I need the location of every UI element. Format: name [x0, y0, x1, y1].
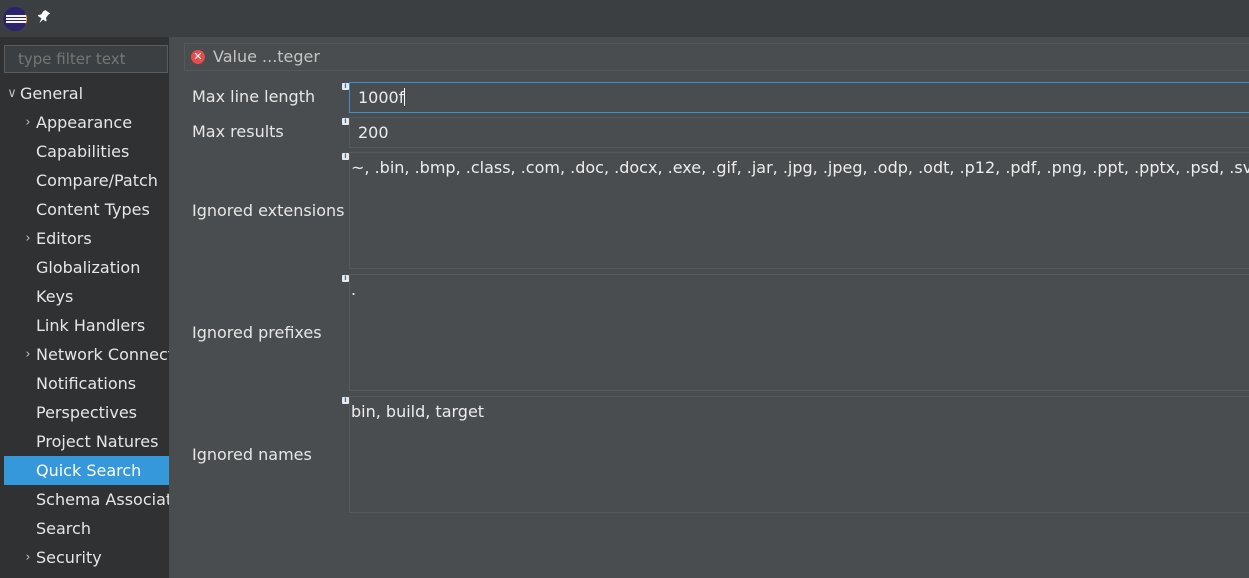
- tree-item-label: Quick Search: [36, 461, 142, 480]
- max-line-length-input[interactable]: 1000f: [349, 82, 1249, 113]
- max-results-input[interactable]: 200: [349, 117, 1249, 148]
- tree-item-content-types[interactable]: Content Types: [4, 195, 169, 224]
- error-message: Value ...teger: [213, 47, 320, 66]
- pin-icon[interactable]: [36, 9, 52, 27]
- tree-item-label: Perspectives: [36, 403, 137, 422]
- tree-item-label: Link Handlers: [36, 316, 146, 335]
- tree-item-label: Appearance: [36, 113, 133, 132]
- tree-item-label: Schema Associati: [36, 490, 169, 509]
- tree-item-label: Globalization: [36, 258, 141, 277]
- tree-item-label: Compare/Patch: [36, 171, 158, 190]
- tree-item-label: Capabilities: [36, 142, 130, 161]
- info-icon: i: [342, 275, 349, 282]
- tree-item-editors[interactable]: › Editors: [4, 224, 169, 253]
- tree-item-search[interactable]: Search: [4, 514, 169, 543]
- ignored-names-textarea[interactable]: bin, build, target: [349, 396, 1249, 513]
- chevron-right-icon[interactable]: ›: [22, 543, 34, 572]
- tree-item-network-connect[interactable]: › Network Connect: [4, 340, 169, 369]
- tree-item-project-natures[interactable]: Project Natures: [4, 427, 169, 456]
- chevron-right-icon[interactable]: ›: [22, 108, 34, 137]
- tree-item-label: Network Connect: [36, 345, 169, 364]
- info-icon: i: [342, 397, 349, 404]
- message-area: ✕ Value ...teger: [184, 43, 1249, 71]
- tree-item-quick-search[interactable]: Quick Search: [4, 456, 169, 485]
- ignored-extensions-textarea[interactable]: ~, .bin, .bmp, .class, .com, .doc, .docx…: [349, 152, 1249, 269]
- tree-item-label: Keys: [36, 287, 74, 306]
- title-bar: [0, 0, 1249, 37]
- info-icon: i: [342, 118, 349, 125]
- tree-item-label: Project Natures: [36, 432, 159, 451]
- max-results-value: 200: [358, 123, 389, 142]
- tree-item-globalization[interactable]: Globalization: [4, 253, 169, 282]
- eclipse-logo-icon[interactable]: [3, 7, 27, 31]
- info-icon: i: [342, 153, 349, 160]
- tree-item-label: Editors: [36, 229, 92, 248]
- chevron-right-icon[interactable]: ›: [22, 224, 34, 253]
- max-results-label: Max results: [192, 122, 284, 141]
- ignored-extensions-value: ~, .bin, .bmp, .class, .com, .doc, .docx…: [351, 158, 1249, 177]
- tree-item-schema-associati[interactable]: Schema Associati: [4, 485, 169, 514]
- tree-item-label: General: [20, 84, 84, 103]
- preferences-sidebar: ∨General›AppearanceCapabilitiesCompare/P…: [0, 37, 169, 578]
- tree-item-label: Content Types: [36, 200, 150, 219]
- info-icon: i: [342, 83, 349, 90]
- chevron-right-icon[interactable]: ›: [22, 340, 34, 369]
- tree-item-link-handlers[interactable]: Link Handlers: [4, 311, 169, 340]
- ignored-names-value: bin, build, target: [351, 402, 485, 421]
- tree-item-notifications[interactable]: Notifications: [4, 369, 169, 398]
- tree-item-compare-patch[interactable]: Compare/Patch: [4, 166, 169, 195]
- tree-item-label: Security: [36, 548, 102, 567]
- text-caret: [404, 88, 406, 106]
- tree-item-label: Notifications: [36, 374, 137, 393]
- tree-item-perspectives[interactable]: Perspectives: [4, 398, 169, 427]
- max-line-length-value: 1000f: [358, 88, 405, 107]
- ignored-prefixes-textarea[interactable]: .: [349, 274, 1249, 391]
- ignored-extensions-label: Ignored extensions: [192, 201, 345, 220]
- tree-item-label: Search: [36, 519, 91, 538]
- tree-item-keys[interactable]: Keys: [4, 282, 169, 311]
- chevron-down-icon[interactable]: ∨: [6, 79, 18, 108]
- ignored-names-label: Ignored names: [192, 445, 312, 464]
- tree-item-general[interactable]: ∨ General: [4, 79, 169, 108]
- max-line-length-label: Max line length: [192, 87, 316, 106]
- tree-item-capabilities[interactable]: Capabilities: [4, 137, 169, 166]
- ignored-prefixes-value: .: [351, 280, 357, 299]
- preferences-page: ✕ Value ...teger Max line length i 1000f…: [169, 37, 1249, 578]
- error-icon: ✕: [191, 50, 205, 64]
- filter-input[interactable]: [4, 45, 168, 73]
- ignored-prefixes-label: Ignored prefixes: [192, 323, 322, 342]
- tree-item-security[interactable]: › Security: [4, 543, 169, 572]
- tree-item-appearance[interactable]: › Appearance: [4, 108, 169, 137]
